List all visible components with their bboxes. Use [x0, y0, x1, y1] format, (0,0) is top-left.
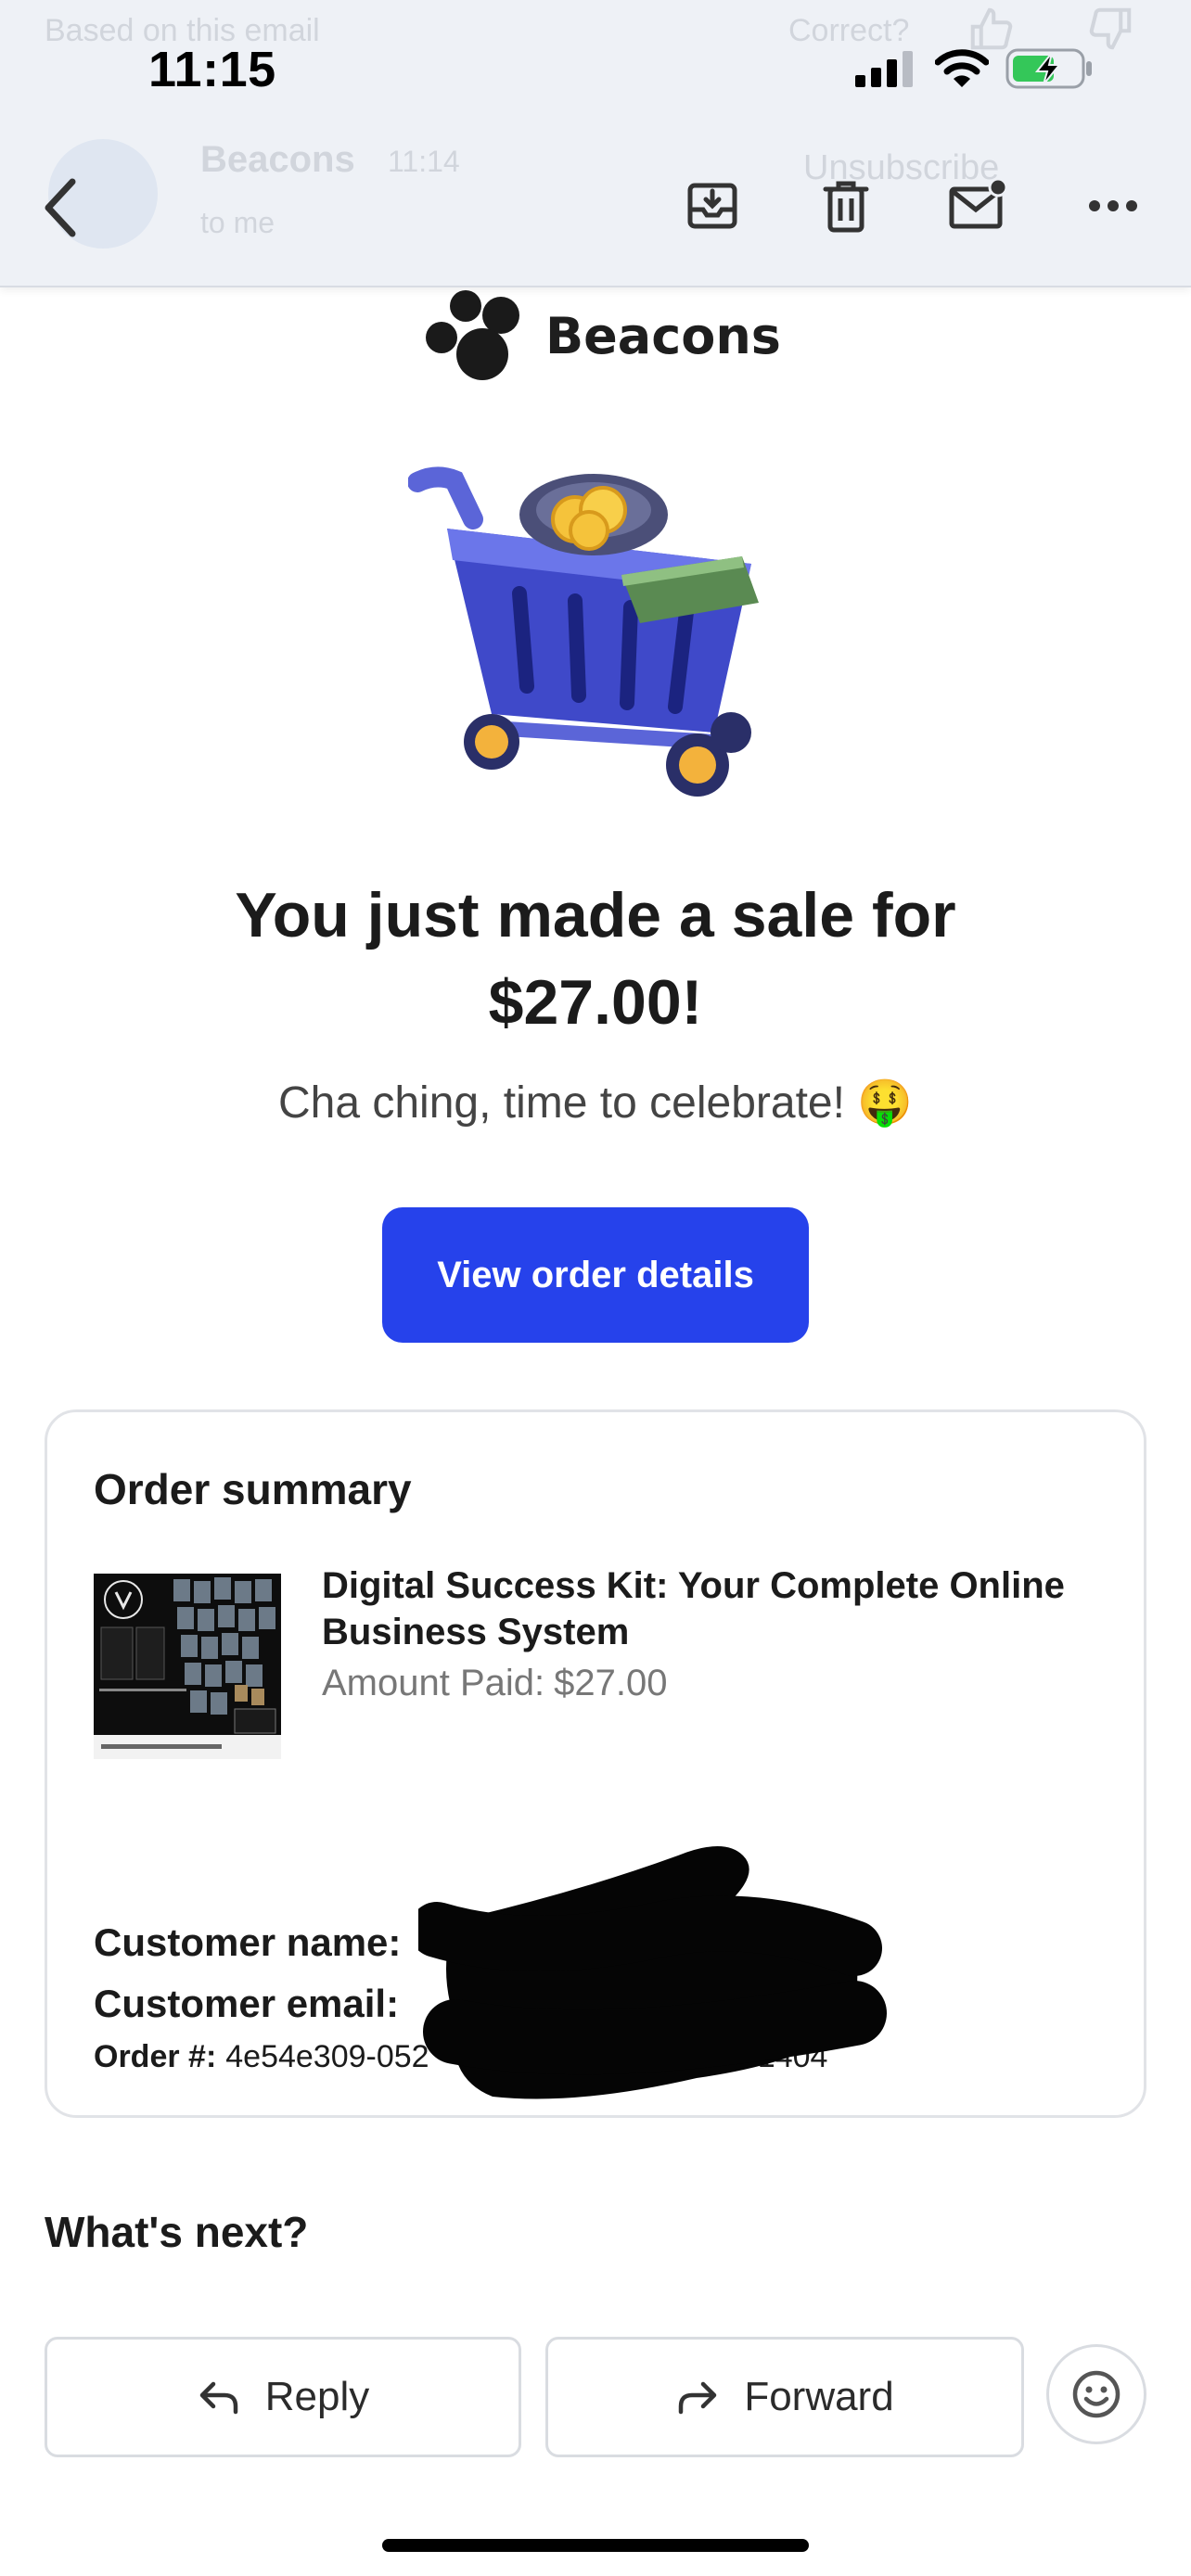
emoji-smile-icon: [1072, 2370, 1121, 2418]
reply-button[interactable]: Reply: [45, 2337, 521, 2457]
forward-label: Forward: [744, 2374, 894, 2419]
redaction-scribble: [418, 1846, 887, 2099]
customer-email-label: Customer email:: [94, 1982, 400, 2025]
archive-icon[interactable]: [683, 176, 742, 236]
reply-label: Reply: [264, 2374, 370, 2419]
celebrate-subline: Cha ching, time to celebrate! 🤑: [277, 1078, 914, 1128]
product-image: [94, 1574, 281, 1759]
sender-name: Beacons: [200, 139, 355, 180]
more-horizontal-icon[interactable]: [1083, 176, 1143, 236]
whats-next-heading: What's next?: [45, 2208, 309, 2256]
sale-headline: You just made a sale for $27.00!: [93, 872, 1098, 1046]
order-number-value-start: 4e54e309-052: [225, 2039, 429, 2074]
sale-headline-line1: You just made a sale for: [235, 880, 956, 950]
brand-name: Beacons: [545, 306, 781, 365]
battery-charging-icon: [1005, 48, 1092, 89]
sent-time: 11:14: [388, 145, 460, 178]
wifi-icon: [935, 49, 989, 87]
amount-paid: Amount Paid: $27.00: [322, 1663, 667, 1704]
order-number-label: Order #:: [94, 2039, 217, 2074]
forward-icon: [679, 2381, 717, 2415]
top-app-bar: Based on this email Correct? Beacons 11:…: [0, 0, 1191, 287]
back-button[interactable]: [33, 172, 89, 243]
sale-amount: $27.00!: [488, 967, 703, 1038]
shopping-cart-illustration: [408, 466, 759, 797]
cellular-signal-icon: [855, 51, 913, 87]
feedback-question: Correct?: [788, 13, 910, 48]
amount-paid-value: $27.00: [554, 1663, 668, 1703]
status-time: 11:15: [148, 42, 276, 97]
order-number: Order #: 4e54e309-052: [94, 2039, 429, 2075]
product-name: Digital Success Kit: Your Complete Onlin…: [322, 1565, 1065, 1652]
recipient-label[interactable]: to me: [200, 206, 275, 240]
status-icons: [853, 46, 1095, 91]
home-indicator[interactable]: [382, 2539, 809, 2552]
customer-name-label: Customer name:: [94, 1920, 402, 1964]
mail-unread-icon[interactable]: [948, 176, 1007, 236]
order-summary-card: Order summary Digital Success Kit: Your …: [45, 1409, 1146, 2118]
beacons-logo-icon: [426, 290, 519, 380]
forward-button[interactable]: Forward: [545, 2337, 1024, 2457]
brand-header: Beacons: [425, 289, 781, 382]
amount-paid-label: Amount Paid:: [322, 1663, 545, 1703]
reply-icon: [199, 2381, 237, 2415]
view-order-details-button[interactable]: View order details: [382, 1207, 809, 1343]
emoji-reaction-button[interactable]: [1046, 2344, 1146, 2444]
trash-icon[interactable]: [816, 176, 876, 236]
order-summary-title: Order summary: [94, 1465, 412, 1513]
product-thumbnail[interactable]: [94, 1574, 281, 1759]
